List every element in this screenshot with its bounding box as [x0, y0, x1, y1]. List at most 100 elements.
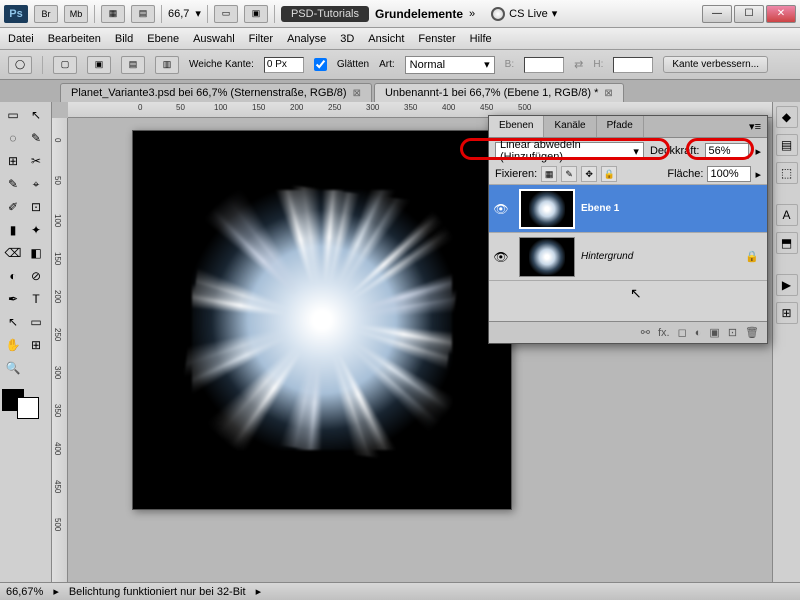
ruler-vertical[interactable]: 0 50 100 150 200 250 300 350 400 450 500	[52, 118, 68, 582]
menu-datei[interactable]: Datei	[8, 33, 34, 45]
eraser-tool[interactable]: ✦	[25, 219, 47, 241]
menu-filter[interactable]: Filter	[249, 33, 273, 45]
lasso-tool[interactable]: ◌	[2, 127, 24, 149]
blur-tool[interactable]: ◧	[25, 242, 47, 264]
selection-intersect-icon[interactable]: ▥	[155, 56, 179, 74]
selection-add-icon[interactable]: ▣	[87, 56, 111, 74]
delete-layer-icon[interactable]: 🗑	[745, 326, 759, 339]
close-tab-icon[interactable]: ⊠	[604, 88, 612, 99]
3d-tool[interactable]: ▭	[25, 311, 47, 333]
color-panel-icon[interactable]: ◆	[776, 106, 798, 128]
background-color[interactable]	[17, 397, 39, 419]
document-tab[interactable]: Unbenannt-1 bei 66,7% (Ebene 1, RGB/8) *…	[374, 83, 624, 102]
styles-panel-icon[interactable]: ⬚	[776, 162, 798, 184]
menu-analyse[interactable]: Analyse	[287, 33, 326, 45]
layer-name[interactable]: Hintergrund	[581, 251, 633, 262]
menu-bearbeiten[interactable]: Bearbeiten	[48, 33, 101, 45]
layers-tab[interactable]: Ebenen	[489, 116, 544, 137]
panel-menu-icon[interactable]: ▾≡	[743, 116, 767, 137]
layer-row[interactable]: 👁 Ebene 1	[489, 185, 767, 233]
feather-input[interactable]	[264, 57, 304, 73]
brush-tool[interactable]: ✐	[2, 196, 24, 218]
cslive-label[interactable]: CS Live	[509, 8, 548, 20]
paths-tab[interactable]: Pfade	[597, 116, 644, 137]
zoom-level[interactable]: 66,7	[168, 8, 189, 20]
rotate-view-tool[interactable]: ⊞	[25, 334, 47, 356]
minimize-button[interactable]: —	[702, 5, 732, 23]
actions-panel-icon[interactable]: ▶	[776, 274, 798, 296]
visibility-icon[interactable]: 👁	[489, 250, 513, 264]
stamp-tool[interactable]: ⊡	[25, 196, 47, 218]
refine-edge-button[interactable]: Kante verbessern...	[663, 56, 768, 73]
layer-row[interactable]: 👁 Hintergrund 🔒	[489, 233, 767, 281]
opacity-input[interactable]: 56%	[705, 143, 749, 159]
new-layer-icon[interactable]: ⊡	[728, 326, 737, 339]
menu-hilfe[interactable]: Hilfe	[470, 33, 492, 45]
layer-style-icon[interactable]: fx.	[658, 327, 670, 339]
character-panel-icon[interactable]: A	[776, 204, 798, 226]
move-tool[interactable]: ↖	[25, 104, 47, 126]
swatches-panel-icon[interactable]: ▤	[776, 134, 798, 156]
minibridge-button[interactable]: Mb	[64, 5, 88, 23]
healing-tool[interactable]: ⌖	[25, 173, 47, 195]
hand-tool[interactable]: ✋	[2, 334, 24, 356]
link-layers-icon[interactable]: ⚯	[641, 326, 650, 339]
layer-group-icon[interactable]: ▣	[709, 326, 719, 339]
status-zoom[interactable]: 66,67%	[6, 586, 43, 598]
maximize-button[interactable]: ☐	[734, 5, 764, 23]
menu-auswahl[interactable]: Auswahl	[193, 33, 235, 45]
magic-wand-tool[interactable]: ✎	[25, 127, 47, 149]
document-tab[interactable]: Planet_Variante3.psd bei 66,7% (Sternens…	[60, 83, 372, 102]
chevron-icon[interactable]: »	[469, 8, 475, 20]
path-select-tool[interactable]: T	[25, 288, 47, 310]
fill-input[interactable]: 100%	[707, 166, 751, 182]
slice-tool[interactable]: ✂	[25, 150, 47, 172]
lock-transparency-icon[interactable]: ▦	[541, 166, 557, 182]
history-panel-icon[interactable]: ⊞	[776, 302, 798, 324]
dodge-tool[interactable]: ◐	[2, 265, 24, 287]
channels-tab[interactable]: Kanäle	[544, 116, 596, 137]
opacity-slider-icon[interactable]: ▸	[755, 145, 761, 158]
screen-mode-button[interactable]: ▣	[244, 5, 268, 23]
workspace-pill[interactable]: PSD-Tutorials	[281, 6, 369, 22]
gradient-tool[interactable]: ⌫	[2, 242, 24, 264]
bridge-button[interactable]: Br	[34, 5, 58, 23]
zoom-dropdown-icon[interactable]: ▾	[195, 7, 201, 20]
view-extras-button[interactable]: ▦	[101, 5, 125, 23]
eyedropper-tool[interactable]: ✎	[2, 173, 24, 195]
close-tab-icon[interactable]: ⊠	[353, 88, 361, 99]
menu-bild[interactable]: Bild	[115, 33, 133, 45]
chevron-down-icon[interactable]: ▾	[552, 7, 558, 20]
marquee-tool-preset-icon[interactable]: ◯	[8, 56, 32, 74]
layer-thumbnail[interactable]	[519, 189, 575, 229]
layer-name[interactable]: Ebene 1	[581, 203, 619, 214]
selection-new-icon[interactable]: ▢	[53, 56, 77, 74]
layer-thumbnail[interactable]	[519, 237, 575, 277]
adjustment-layer-icon[interactable]: ◐	[695, 327, 702, 339]
paragraph-panel-icon[interactable]: ⬒	[776, 232, 798, 254]
marquee-tool[interactable]: ▭	[2, 104, 24, 126]
menu-fenster[interactable]: Fenster	[418, 33, 455, 45]
lock-pixels-icon[interactable]: ✎	[561, 166, 577, 182]
lock-all-icon[interactable]: 🔒	[601, 166, 617, 182]
type-tool[interactable]: ✒	[2, 288, 24, 310]
visibility-icon[interactable]: 👁	[489, 202, 513, 216]
blend-mode-dropdown[interactable]: Linear abwedeln (Hinzufügen)▾	[495, 142, 644, 160]
menu-ebene[interactable]: Ebene	[147, 33, 179, 45]
arrange-button[interactable]: ▭	[214, 5, 238, 23]
menu-3d[interactable]: 3D	[340, 33, 354, 45]
crop-tool[interactable]: ⊞	[2, 150, 24, 172]
menu-ansicht[interactable]: Ansicht	[368, 33, 404, 45]
selection-subtract-icon[interactable]: ▤	[121, 56, 145, 74]
antialias-checkbox[interactable]	[314, 58, 327, 71]
pen-tool[interactable]: ⊘	[25, 265, 47, 287]
view-guides-button[interactable]: ▤	[131, 5, 155, 23]
history-brush-tool[interactable]: ▮	[2, 219, 24, 241]
shape-tool[interactable]: ↖	[2, 311, 24, 333]
style-dropdown[interactable]: Normal▾	[405, 56, 495, 74]
canvas[interactable]	[132, 130, 512, 510]
layer-mask-icon[interactable]: ◻	[678, 326, 687, 339]
fill-slider-icon[interactable]: ▸	[755, 168, 761, 181]
status-chevron-icon[interactable]: ▸	[53, 585, 59, 598]
zoom-tool[interactable]: 🔍	[2, 357, 24, 379]
